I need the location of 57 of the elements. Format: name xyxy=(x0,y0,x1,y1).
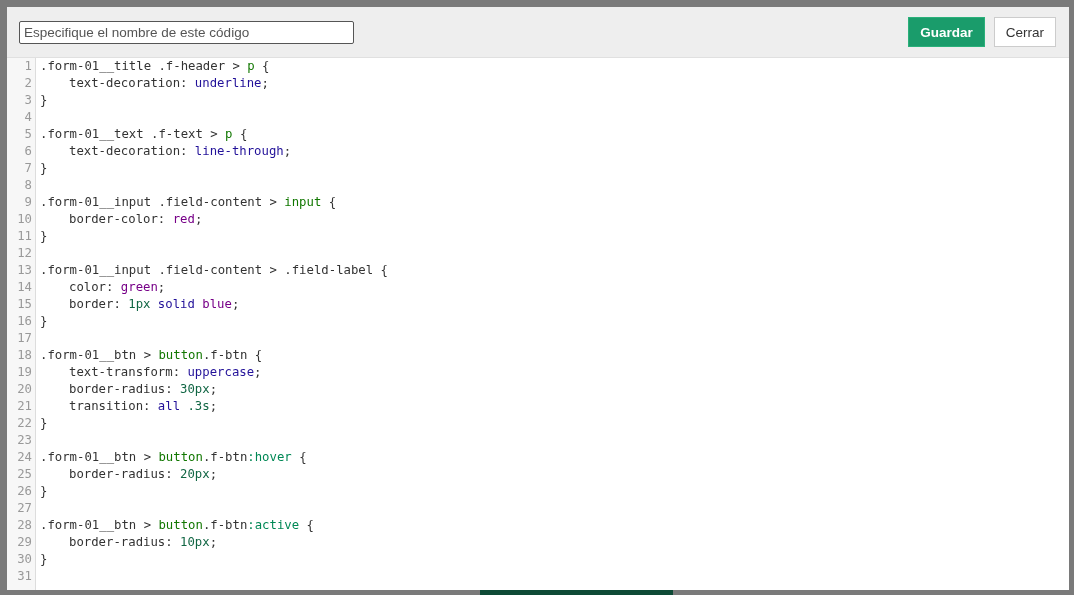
line-number: 9 xyxy=(23,195,33,211)
code-line: border-radius: 30px; xyxy=(69,382,218,396)
code-line: .form-01__btn > button.f-btn:hover { xyxy=(40,450,307,464)
code-line: color: green; xyxy=(69,280,166,294)
code-line: .form-01__btn > button.f-btn:active { xyxy=(40,518,314,532)
code-line: .form-01__title .f-header > p { xyxy=(40,59,270,73)
line-number: 6 xyxy=(23,144,33,160)
code-line: } xyxy=(40,93,48,107)
line-number: 3 xyxy=(23,93,33,109)
line-number: 8 xyxy=(23,178,33,194)
line-number: 2 xyxy=(23,76,33,92)
code-line: text-decoration: line-through; xyxy=(69,144,292,158)
code-line: } xyxy=(40,314,48,328)
line-number: 23 xyxy=(16,433,33,449)
line-number: 11 xyxy=(16,229,33,245)
code-line: border-color: red; xyxy=(69,212,203,226)
code-line: .form-01__input .field-content > input { xyxy=(40,195,337,209)
line-number: 15 xyxy=(16,297,33,313)
line-number: 30 xyxy=(16,552,33,568)
code-line: } xyxy=(40,484,48,498)
line-number: 4 xyxy=(23,110,33,126)
code-line: border-radius: 10px; xyxy=(69,535,218,549)
line-number: 5 xyxy=(23,127,33,143)
code-name-field[interactable]: Especifique el nombre de este código xyxy=(19,20,354,44)
line-number: 29 xyxy=(16,535,33,551)
line-number: 13 xyxy=(16,263,33,279)
code-line: } xyxy=(40,229,48,243)
code-line: .form-01__text .f-text > p { xyxy=(40,127,248,141)
code-line: .form-01__btn > button.f-btn { xyxy=(40,348,263,362)
line-number: 20 xyxy=(16,382,33,398)
line-number: 31 xyxy=(16,569,33,585)
code-line: border-radius: 20px; xyxy=(69,467,218,481)
code-line: border: 1px solid blue; xyxy=(69,297,240,311)
line-number: 17 xyxy=(16,331,33,347)
line-number: 16 xyxy=(16,314,33,330)
code-line: } xyxy=(40,552,48,566)
line-number: 26 xyxy=(16,484,33,500)
line-number: 14 xyxy=(16,280,33,296)
code-line: text-decoration: underline; xyxy=(69,76,269,90)
line-number: 10 xyxy=(16,212,33,228)
code-line: } xyxy=(40,416,48,430)
line-number: 22 xyxy=(16,416,33,432)
line-number: 1 xyxy=(23,59,33,75)
line-number: 19 xyxy=(16,365,33,381)
close-button[interactable]: Cerrar xyxy=(993,17,1056,47)
code-line: } xyxy=(40,161,48,175)
line-number: 21 xyxy=(16,399,33,415)
line-number: 25 xyxy=(16,467,33,483)
code-line: text-transform: uppercase; xyxy=(69,365,262,379)
code-line: transition: all .3s; xyxy=(69,399,218,413)
line-number: 24 xyxy=(16,450,33,466)
line-number: 27 xyxy=(16,501,33,517)
line-number: 12 xyxy=(16,246,33,262)
line-number: 28 xyxy=(16,518,33,534)
line-number: 7 xyxy=(23,161,33,177)
code-line: .form-01__input .field-content > .field-label { xyxy=(40,263,388,277)
line-number: 18 xyxy=(16,348,33,364)
